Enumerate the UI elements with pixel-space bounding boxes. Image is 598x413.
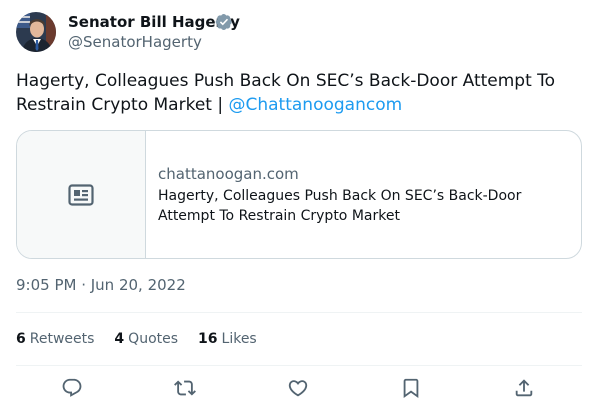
retweet-icon bbox=[174, 380, 196, 396]
link-preview-card[interactable]: chattanoogan.com Hagerty, Colleagues Pus… bbox=[16, 130, 582, 259]
divider bbox=[16, 365, 582, 366]
author-handle[interactable]: @SenatorHagerty bbox=[68, 32, 202, 52]
likes-label: Likes bbox=[221, 331, 257, 347]
likes-stat[interactable]: 16 Likes bbox=[198, 329, 257, 349]
engagement-stats: 6 Retweets 4 Quotes 16 Likes bbox=[16, 329, 257, 349]
retweets-count: 6 bbox=[16, 331, 26, 347]
retweets-stat[interactable]: 6 Retweets bbox=[16, 329, 94, 349]
like-icon bbox=[288, 380, 308, 397]
card-thumbnail bbox=[17, 131, 146, 258]
mention-link[interactable]: @Chattanoogancom bbox=[229, 95, 403, 115]
author-avatar[interactable] bbox=[16, 12, 56, 52]
like-button[interactable] bbox=[287, 377, 311, 401]
retweets-label: Retweets bbox=[29, 331, 95, 347]
verified-badge-icon bbox=[215, 13, 232, 31]
share-button[interactable] bbox=[513, 377, 537, 401]
divider bbox=[16, 312, 582, 313]
share-icon bbox=[515, 379, 533, 397]
quotes-stat[interactable]: 4 Quotes bbox=[114, 329, 178, 349]
tweet-timestamp[interactable]: 9:05 PM · Jun 20, 2022 bbox=[16, 275, 186, 295]
card-title: Hagerty, Colleagues Push Back On SEC’s B… bbox=[158, 188, 522, 224]
quotes-label: Quotes bbox=[128, 331, 179, 347]
card-domain: chattanoogan.com bbox=[158, 165, 299, 183]
tweet-text: Hagerty, Colleagues Push Back On SEC’s B… bbox=[16, 69, 588, 117]
reply-icon bbox=[62, 378, 82, 397]
tweet: Senator Bill Hagerty @SenatorHagerty Hag… bbox=[0, 0, 598, 413]
bookmark-button[interactable] bbox=[400, 377, 424, 401]
reply-button[interactable] bbox=[61, 377, 85, 401]
quotes-count: 4 bbox=[114, 331, 125, 347]
news-article-icon bbox=[68, 184, 94, 206]
likes-count: 16 bbox=[198, 331, 218, 347]
bookmark-icon bbox=[403, 378, 419, 399]
retweet-button[interactable] bbox=[174, 377, 198, 401]
